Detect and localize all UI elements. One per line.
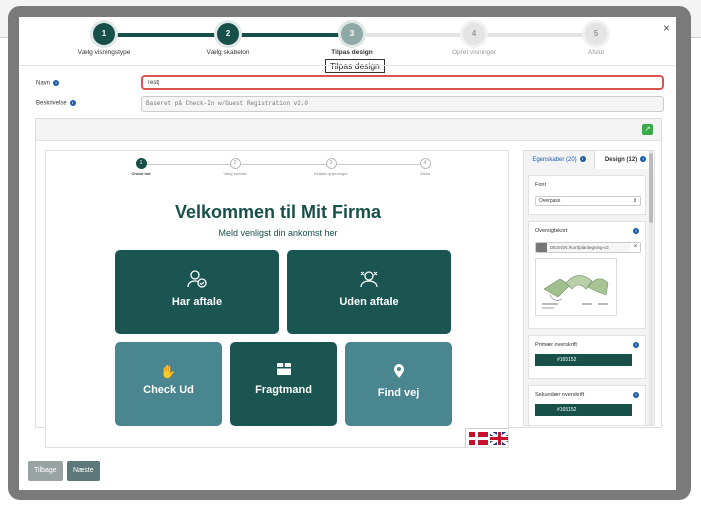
tile-har-aftale[interactable]: Har aftale xyxy=(115,250,279,334)
wizard-modal: × 1 Vælg visningstype 2 Vælg skabelon 3 … xyxy=(19,17,676,490)
kiosk-preview: 1 Check ind 2 Vælg kontakt 3 Indtast opl… xyxy=(45,150,509,448)
step-number: 1 xyxy=(93,23,115,45)
uk-flag-icon[interactable] xyxy=(490,432,508,445)
preview-stepper-line xyxy=(141,164,425,165)
tile-label: Har aftale xyxy=(171,296,223,308)
info-icon[interactable]: i xyxy=(633,342,639,348)
description-input[interactable]: Baseret på Check-In w/Guest Registration… xyxy=(141,96,664,112)
step-number: 5 xyxy=(585,23,607,45)
font-select-value: Overpass xyxy=(539,198,561,204)
person-x-icon xyxy=(287,270,451,292)
floorplan-thumbnail[interactable] xyxy=(535,258,617,316)
step-label: Vælg visningstype xyxy=(77,49,131,56)
editor-toolbar: ↗ xyxy=(36,119,661,141)
info-icon: i xyxy=(579,156,586,163)
wizard-step-2[interactable]: 2 Vælg skabelon xyxy=(168,23,288,56)
step-label: Afslut xyxy=(587,49,605,56)
preview-step-1: 1 Check ind xyxy=(106,158,176,176)
open-external-button[interactable]: ↗ xyxy=(642,124,653,135)
tile-label: Check Ud xyxy=(143,384,194,396)
secondary-heading-card: Sekundær overskrift i #165152 xyxy=(528,385,646,425)
preview-step-number: 1 xyxy=(135,158,147,169)
waving-hand-icon: ✋ xyxy=(160,364,177,379)
tile-label: Uden aftale xyxy=(339,296,399,308)
back-button[interactable]: Tilbage xyxy=(28,461,63,481)
info-icon[interactable]: i xyxy=(633,228,639,234)
name-label-text: Navn xyxy=(36,80,51,87)
tab-properties[interactable]: Egenskaber (20) i xyxy=(524,151,594,169)
wizard-step-3[interactable]: 3 Tilpas design xyxy=(292,23,412,56)
step-number: 4 xyxy=(463,23,485,45)
info-icon[interactable]: i xyxy=(53,80,60,86)
tab-design-label: Design (12) xyxy=(604,157,638,163)
scrollbar-thumb[interactable] xyxy=(649,153,653,223)
wizard-step-5[interactable]: 5 Afslut xyxy=(536,23,656,56)
panel-scrollbar[interactable] xyxy=(649,151,653,425)
preview-subtitle: Meld venligst din ankomst her xyxy=(218,228,338,238)
overview-file-field[interactable]: DESIGN:/Kort/plantegning-v2 × xyxy=(535,242,641,253)
description-label: Beskrivelse i xyxy=(36,100,76,107)
step-label: Opret visninger xyxy=(451,49,497,56)
preview-step-label: Vælg kontakt xyxy=(223,171,247,176)
stepper-divider xyxy=(19,65,676,66)
info-icon[interactable]: i xyxy=(633,392,639,398)
info-icon[interactable]: i xyxy=(69,100,76,106)
name-input[interactable] xyxy=(141,75,664,90)
primary-color-swatch[interactable]: #165152 xyxy=(535,354,632,366)
overview-label: Oversigtskort xyxy=(535,228,568,234)
tile-label: Find vej xyxy=(377,387,420,399)
wizard-step-1[interactable]: 1 Vælg visningstype xyxy=(44,23,164,56)
tile-find-vej[interactable]: Find vej xyxy=(345,342,452,426)
description-label-text: Beskrivelse xyxy=(36,100,67,107)
preview-step-label: Check ind xyxy=(131,171,151,176)
wizard-stepper: 1 Vælg visningstype 2 Vælg skabelon 3 Ti… xyxy=(19,17,676,65)
primary-heading-label: Primær overskrift xyxy=(535,342,577,348)
preview-step-label: Indtast oplysninger xyxy=(314,171,348,176)
clear-icon[interactable]: × xyxy=(631,243,640,252)
preview-step-3: 3 Indtast oplysninger xyxy=(296,158,366,176)
preview-step-label: Afslut xyxy=(419,171,430,176)
chevron-updown-icon: ⇕ xyxy=(632,198,637,204)
step-label: Tilpas design xyxy=(331,49,373,56)
info-icon: i xyxy=(640,156,647,163)
tab-properties-label: Egenskaber (20) xyxy=(532,157,577,163)
panel-tabs: Egenskaber (20) i Design (12) i xyxy=(524,151,654,169)
secondary-heading-label: Sekundær overskrift xyxy=(535,392,585,398)
preview-step-number: 2 xyxy=(229,158,241,169)
tile-fragtmand[interactable]: Fragtmand xyxy=(230,342,337,426)
step-number: 3 xyxy=(341,23,363,45)
package-icon xyxy=(230,362,337,380)
danish-flag-icon[interactable] xyxy=(469,432,488,445)
preview-step-4: 4 Afslut xyxy=(390,158,460,176)
preview-title: Velkommen til Mit Firma xyxy=(174,202,382,222)
properties-panel: Egenskaber (20) i Design (12) i Font Overp… xyxy=(523,150,655,426)
wizard-step-4[interactable]: 4 Opret visninger xyxy=(414,23,534,56)
map-pin-icon xyxy=(345,364,452,383)
step-tooltip: Tilpas design xyxy=(325,59,385,73)
font-card: Font Overpass ⇕ xyxy=(528,175,646,215)
tile-uden-aftale[interactable]: Uden aftale xyxy=(287,250,451,334)
step-label: Vælg skabelon xyxy=(206,49,250,56)
tile-check-ud[interactable]: ✋ Check Ud xyxy=(115,342,222,426)
step-number: 2 xyxy=(217,23,239,45)
name-label: Navn i xyxy=(36,80,60,87)
secondary-color-swatch[interactable]: #165152 xyxy=(535,404,632,416)
font-label: Font xyxy=(535,182,547,188)
language-selector[interactable] xyxy=(465,428,508,447)
preview-step-number: 3 xyxy=(325,158,337,169)
person-check-icon xyxy=(115,270,279,292)
overview-map-card: Oversigtskort i DESIGN:/Kort/plantegning… xyxy=(528,221,646,329)
preview-step-2: 2 Vælg kontakt xyxy=(200,158,270,176)
overview-file-path: DESIGN:/Kort/plantegning-v2 xyxy=(550,245,609,250)
tab-design[interactable]: Design (12) i xyxy=(594,151,654,169)
primary-heading-card: Primær overskrift i #165152 xyxy=(528,335,646,379)
preview-step-number: 4 xyxy=(419,158,431,169)
image-icon xyxy=(536,243,547,252)
font-select[interactable]: Overpass ⇕ xyxy=(535,196,641,206)
next-button[interactable]: Næste xyxy=(67,461,100,481)
tile-label: Fragtmand xyxy=(255,384,312,396)
design-editor: ↗ 1 Check ind 2 Vælg kontakt 3 Indtast o… xyxy=(35,118,662,448)
